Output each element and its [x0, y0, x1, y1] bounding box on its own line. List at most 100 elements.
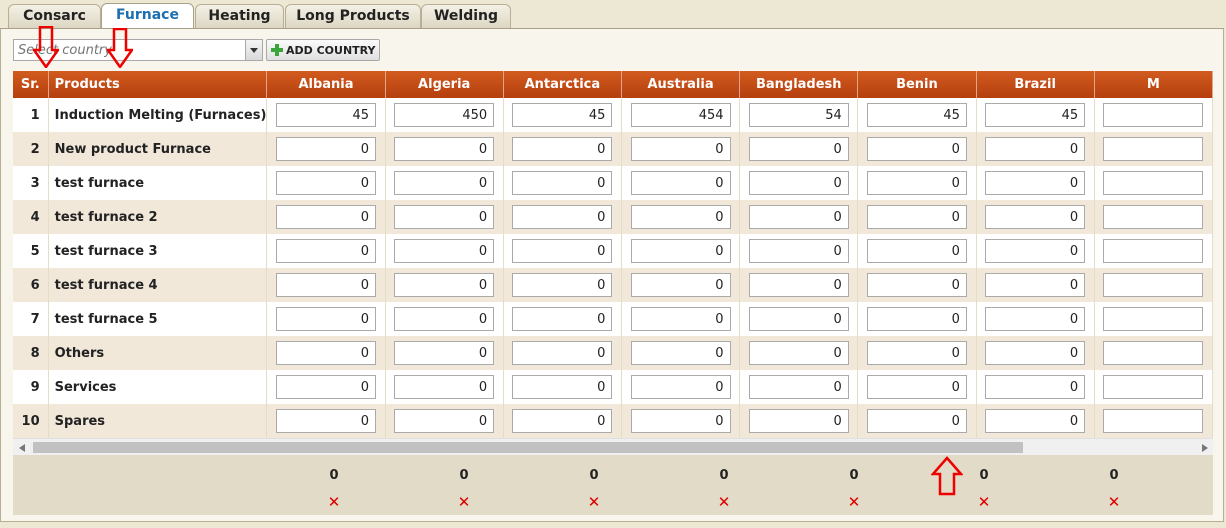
scrollbar-thumb[interactable]	[33, 442, 1023, 453]
value-input[interactable]	[748, 273, 849, 297]
value-input[interactable]	[1103, 205, 1204, 229]
value-input[interactable]	[512, 273, 613, 297]
value-input[interactable]	[394, 273, 495, 297]
value-input[interactable]	[394, 137, 495, 161]
value-input[interactable]	[866, 307, 967, 331]
value-input[interactable]	[748, 375, 849, 399]
value-input[interactable]	[1103, 239, 1204, 263]
value-input[interactable]	[512, 341, 613, 365]
delete-column-icon[interactable]: ✕	[974, 493, 994, 511]
horizontal-scrollbar[interactable]	[13, 438, 1213, 456]
delete-column-icon[interactable]: ✕	[324, 493, 344, 511]
value-input[interactable]	[512, 205, 613, 229]
value-input[interactable]	[276, 273, 376, 297]
value-cell	[976, 268, 1095, 302]
value-input[interactable]	[630, 273, 731, 297]
value-input[interactable]	[630, 171, 731, 195]
value-input[interactable]	[1103, 409, 1204, 433]
tab-consarc[interactable]: Consarc	[8, 4, 101, 28]
value-input[interactable]	[748, 239, 849, 263]
value-input[interactable]	[394, 103, 495, 127]
value-input[interactable]	[394, 205, 495, 229]
tab-welding[interactable]: Welding	[421, 4, 511, 28]
value-input[interactable]	[630, 409, 731, 433]
value-input[interactable]	[985, 375, 1086, 399]
value-input[interactable]	[394, 307, 495, 331]
value-input[interactable]	[985, 137, 1086, 161]
value-input[interactable]	[512, 409, 613, 433]
value-input[interactable]	[394, 341, 495, 365]
value-input[interactable]	[748, 307, 849, 331]
tab-furnace[interactable]: Furnace	[101, 3, 194, 29]
value-input[interactable]	[866, 239, 967, 263]
value-input[interactable]	[1103, 273, 1204, 297]
value-input[interactable]	[985, 341, 1086, 365]
value-input[interactable]	[394, 239, 495, 263]
value-input[interactable]	[276, 307, 376, 331]
value-input[interactable]	[985, 409, 1086, 433]
value-input[interactable]	[394, 171, 495, 195]
value-input[interactable]	[748, 103, 849, 127]
value-input[interactable]	[512, 239, 613, 263]
value-input[interactable]	[985, 239, 1086, 263]
value-input[interactable]	[276, 375, 376, 399]
value-input[interactable]	[630, 205, 731, 229]
value-input[interactable]	[512, 307, 613, 331]
value-input[interactable]	[276, 205, 376, 229]
value-input[interactable]	[512, 171, 613, 195]
value-input[interactable]	[276, 171, 376, 195]
scroll-left-arrow-icon[interactable]	[13, 439, 30, 456]
value-input[interactable]	[866, 205, 967, 229]
value-input[interactable]	[512, 375, 613, 399]
value-input[interactable]	[866, 375, 967, 399]
value-input[interactable]	[630, 341, 731, 365]
value-input[interactable]	[748, 341, 849, 365]
delete-column-icon[interactable]: ✕	[844, 493, 864, 511]
value-input[interactable]	[512, 103, 613, 127]
value-input[interactable]	[1103, 103, 1204, 127]
value-input[interactable]	[866, 341, 967, 365]
tab-long-products[interactable]: Long Products	[285, 4, 421, 28]
value-input[interactable]	[394, 375, 495, 399]
value-input[interactable]	[276, 103, 376, 127]
value-input[interactable]	[630, 375, 731, 399]
value-input[interactable]	[276, 137, 376, 161]
value-input[interactable]	[866, 103, 967, 127]
value-input[interactable]	[985, 171, 1086, 195]
value-input[interactable]	[630, 103, 731, 127]
value-input[interactable]	[985, 307, 1086, 331]
value-input[interactable]	[276, 239, 376, 263]
delete-column-icon[interactable]: ✕	[714, 493, 734, 511]
value-input[interactable]	[985, 273, 1086, 297]
value-input[interactable]	[394, 409, 495, 433]
value-input[interactable]	[1103, 171, 1204, 195]
value-input[interactable]	[276, 341, 376, 365]
value-input[interactable]	[630, 307, 731, 331]
value-input[interactable]	[630, 137, 731, 161]
value-input[interactable]	[748, 137, 849, 161]
value-input[interactable]	[866, 171, 967, 195]
delete-column-icon[interactable]: ✕	[584, 493, 604, 511]
delete-column-icon[interactable]: ✕	[454, 493, 474, 511]
delete-column-icon[interactable]: ✕	[1104, 493, 1124, 511]
value-input[interactable]	[866, 273, 967, 297]
tab-heating[interactable]: Heating	[195, 4, 284, 28]
row-serial: 5	[13, 234, 49, 268]
value-input[interactable]	[748, 409, 849, 433]
value-input[interactable]	[985, 205, 1086, 229]
value-input[interactable]	[1103, 341, 1204, 365]
value-input[interactable]	[276, 409, 376, 433]
value-input[interactable]	[1103, 375, 1204, 399]
value-input[interactable]	[512, 137, 613, 161]
add-country-button[interactable]: ADD COUNTRY	[266, 39, 380, 61]
value-input[interactable]	[1103, 137, 1204, 161]
scroll-right-arrow-icon[interactable]	[1196, 439, 1213, 456]
value-input[interactable]	[866, 137, 967, 161]
value-input[interactable]	[748, 205, 849, 229]
value-input[interactable]	[748, 171, 849, 195]
value-input[interactable]	[630, 239, 731, 263]
country-dropdown-button[interactable]	[245, 40, 262, 60]
value-input[interactable]	[1103, 307, 1204, 331]
value-input[interactable]	[985, 103, 1086, 127]
value-input[interactable]	[866, 409, 967, 433]
